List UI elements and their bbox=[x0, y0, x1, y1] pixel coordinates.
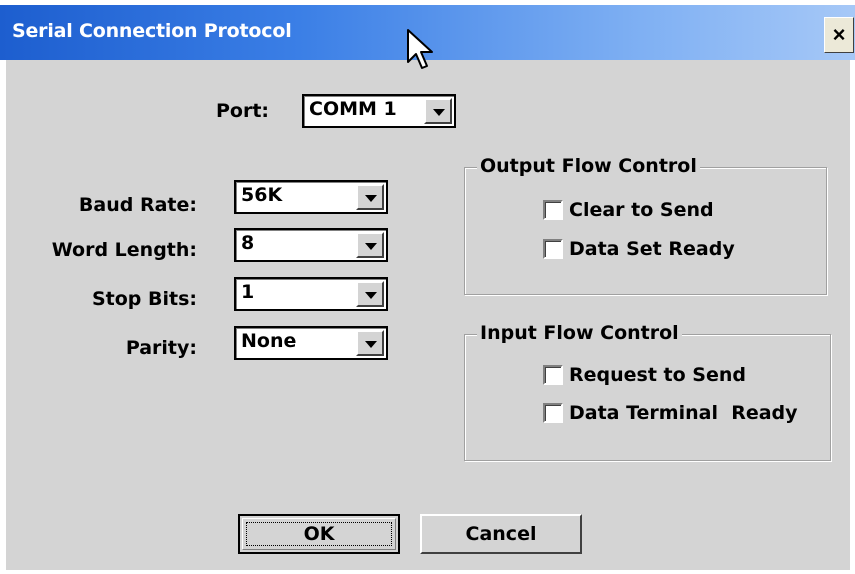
serial-connection-dialog: Serial Connection Protocol × Port: COMM … bbox=[0, 0, 855, 574]
port-label: Port: bbox=[216, 100, 270, 122]
port-select[interactable]: COMM 1 bbox=[302, 94, 456, 128]
baud-rate-select[interactable]: 56K bbox=[234, 180, 388, 214]
checkbox-label: Request to Send bbox=[569, 364, 746, 386]
checkbox-label: Data Set Ready bbox=[569, 238, 735, 260]
arrow-cursor-icon bbox=[407, 29, 433, 69]
baud-rate-value: 56K bbox=[241, 184, 283, 206]
input-flow-control-group: Input Flow Control Request to Send Data … bbox=[464, 322, 831, 461]
cancel-button[interactable]: Cancel bbox=[420, 514, 582, 554]
checkbox-box[interactable] bbox=[543, 239, 563, 259]
ok-button[interactable]: OK bbox=[238, 514, 400, 554]
dialog-body: Port: COMM 1 Baud Rate: 56K Word Length:… bbox=[6, 60, 850, 570]
parity-value: None bbox=[241, 330, 297, 352]
baud-rate-label: Baud Rate: bbox=[78, 194, 197, 216]
chevron-down-icon[interactable] bbox=[356, 184, 384, 210]
stop-bits-select[interactable]: 1 bbox=[234, 277, 388, 311]
chevron-down-icon[interactable] bbox=[356, 281, 384, 307]
parity-select[interactable]: None bbox=[234, 326, 388, 360]
chevron-down-icon[interactable] bbox=[356, 330, 384, 356]
checkbox-label: Data Terminal Ready bbox=[569, 402, 798, 424]
checkbox-label: Clear to Send bbox=[569, 199, 714, 221]
parity-label: Parity: bbox=[125, 337, 197, 359]
chevron-down-icon[interactable] bbox=[424, 98, 452, 124]
checkbox-box[interactable] bbox=[543, 403, 563, 423]
checkbox-box[interactable] bbox=[543, 365, 563, 385]
output-flow-control-group: Output Flow Control Clear to Send Data S… bbox=[464, 155, 827, 295]
port-value: COMM 1 bbox=[309, 98, 397, 120]
checkbox-box[interactable] bbox=[543, 200, 563, 220]
window-title: Serial Connection Protocol bbox=[12, 20, 292, 42]
stop-bits-label: Stop Bits: bbox=[91, 288, 197, 310]
output-flow-control-title: Output Flow Control bbox=[477, 155, 700, 177]
input-flow-control-title: Input Flow Control bbox=[477, 322, 682, 344]
close-icon: × bbox=[832, 22, 846, 47]
chevron-down-icon[interactable] bbox=[356, 232, 384, 258]
word-length-value: 8 bbox=[241, 232, 255, 254]
cancel-button-label: Cancel bbox=[465, 523, 537, 545]
close-button[interactable]: × bbox=[824, 17, 854, 53]
ok-button-label: OK bbox=[303, 523, 335, 545]
stop-bits-value: 1 bbox=[241, 281, 255, 303]
word-length-select[interactable]: 8 bbox=[234, 228, 388, 262]
word-length-label: Word Length: bbox=[51, 239, 197, 261]
